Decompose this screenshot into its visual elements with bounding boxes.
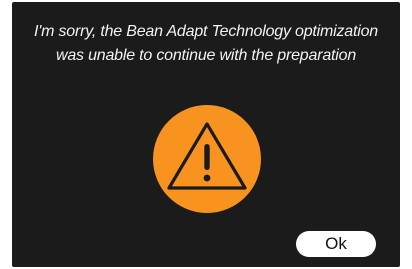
error-message-line-1: I'm sorry, the Bean Adapt Technology opt… (34, 23, 378, 40)
warning-icon (152, 104, 262, 214)
error-message-line-2: was unable to continue with the preparat… (55, 47, 357, 64)
error-dialog: I'm sorry, the Bean Adapt Technology opt… (12, 2, 400, 267)
ok-button[interactable]: Ok (296, 231, 376, 257)
error-message: I'm sorry, the Bean Adapt Technology opt… (18, 20, 394, 68)
